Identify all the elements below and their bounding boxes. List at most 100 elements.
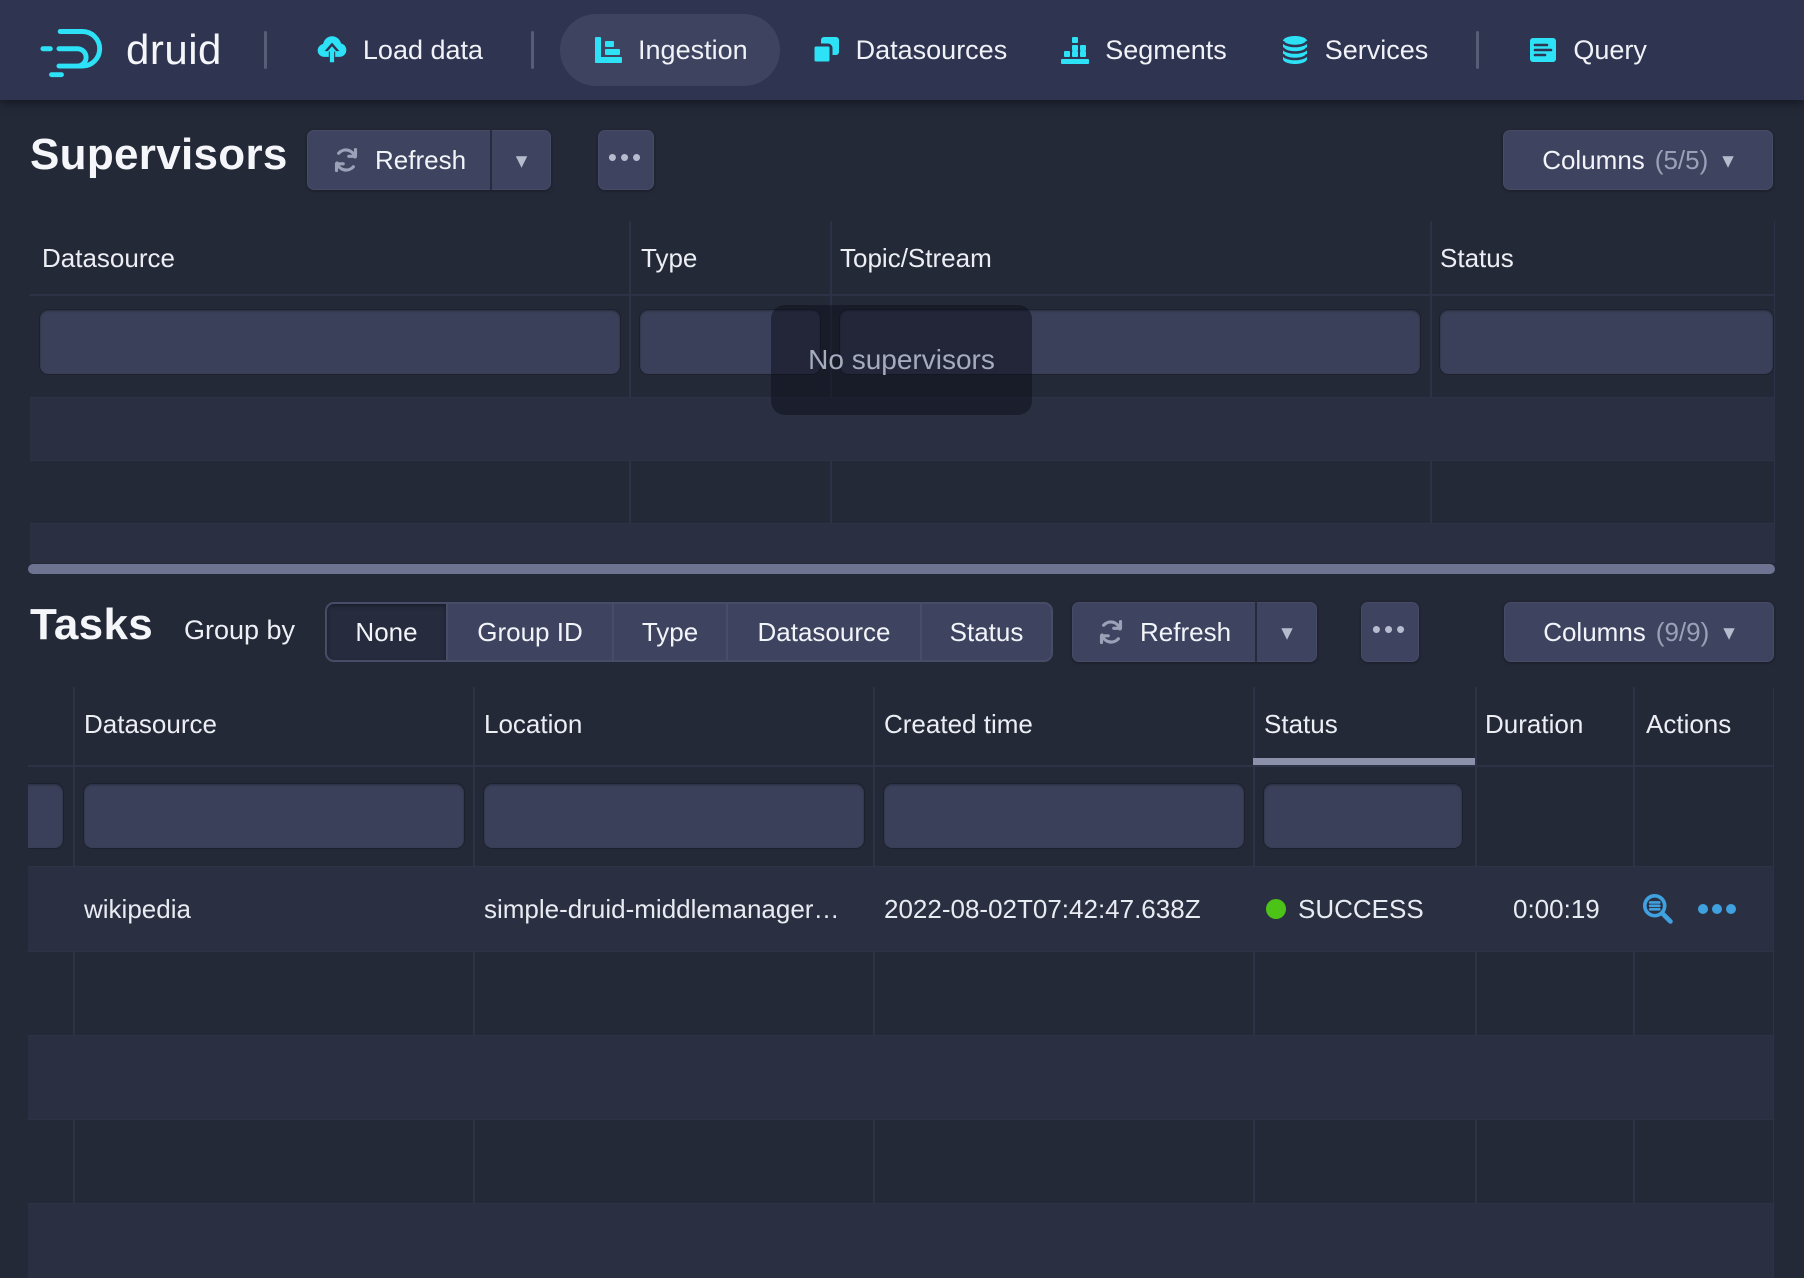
nav-ingestion[interactable]: Ingestion [560,14,780,86]
tasks-columns-button[interactable]: Columns (9/9) ▾ [1504,602,1774,662]
group-by-group-id-button[interactable]: Group ID [448,604,612,660]
status-filter-input[interactable] [1264,784,1462,848]
cloud-upload-icon [315,33,349,67]
nav-query[interactable]: Query [1501,0,1673,100]
cell-actions [1641,867,1737,951]
header-location[interactable]: Location [484,687,582,761]
supervisors-table: Datasource Type Topic/Stream Status No s… [30,221,1775,563]
supervisors-title: Supervisors [30,130,288,180]
datasource-filter-input[interactable] [40,310,620,374]
supervisors-more-button[interactable]: ••• [598,130,654,190]
view-details-magnifier-icon[interactable] [1641,892,1675,926]
nav-item-label: Datasources [856,35,1008,66]
supervisors-refresh-split-button: Refresh ▾ [307,130,551,190]
nav-segments[interactable]: Segments [1033,0,1253,100]
cell-duration: 0:00:19 [1513,867,1600,951]
header-border [28,765,1773,767]
chevron-down-icon: ▾ [516,149,528,172]
sort-indicator [1253,758,1475,765]
group-by-label: Group by [184,612,295,648]
refresh-icon [331,145,361,175]
nav-datasources[interactable]: Datasources [784,0,1034,100]
nav-item-label: Ingestion [638,35,748,66]
header-duration[interactable]: Duration [1485,687,1583,761]
header-status[interactable]: Status [1440,221,1514,295]
tasks-refresh-button[interactable]: Refresh [1072,602,1255,662]
druid-logo[interactable]: druid [38,22,222,78]
columns-label: Columns [1543,617,1646,648]
chevron-down-icon: ▾ [1723,621,1735,644]
nav-item-label: Segments [1105,35,1227,66]
database-icon [1279,34,1311,66]
refresh-label: Refresh [375,145,466,176]
nav-item-label: Query [1573,35,1647,66]
header-topic-stream[interactable]: Topic/Stream [840,221,992,295]
nav-services[interactable]: Services [1253,0,1455,100]
column-divider [73,687,75,1278]
tasks-refresh-dropdown[interactable]: ▾ [1255,602,1317,662]
cell-location[interactable]: simple-druid-middlemanager… [484,867,839,951]
supervisors-refresh-button[interactable]: Refresh [307,130,490,190]
supervisors-columns-button[interactable]: Columns (5/5) ▾ [1503,130,1773,190]
header-type[interactable]: Type [641,221,697,295]
group-by-type-button[interactable]: Type [614,604,726,660]
refresh-label: Refresh [1140,617,1231,648]
row-more-actions-icon[interactable] [1697,903,1737,915]
columns-count: (5/5) [1655,145,1708,176]
datasource-filter-input[interactable] [84,784,464,848]
columns-count: (9/9) [1656,617,1709,648]
tasks-more-button[interactable]: ••• [1361,602,1419,662]
row-border [28,951,1773,952]
layers-icon [810,34,842,66]
row-border [30,460,1774,461]
status-filter-input[interactable] [1440,310,1773,374]
table-row [30,524,1774,563]
header-status[interactable]: Status [1264,687,1338,761]
group-by-datasource-button[interactable]: Datasource [728,604,920,660]
group-by-button-group: None Group ID Type Datasource Status [325,602,1053,662]
tasks-table: Datasource Location Created time Status … [28,687,1774,1278]
column-divider [1430,221,1432,563]
header-datasource[interactable]: Datasource [42,221,175,295]
tasks-refresh-split-button: Refresh ▾ [1072,602,1317,662]
ingestion-chart-icon [592,34,624,66]
chevron-down-icon: ▾ [1281,621,1293,644]
column-divider [1633,687,1635,1278]
created-time-filter-input[interactable] [884,784,1244,848]
status-text: SUCCESS [1298,894,1424,925]
header-border [30,294,1774,296]
column-divider [1475,687,1477,1278]
more-icon: ••• [608,144,644,170]
header-actions[interactable]: Actions [1646,687,1731,761]
nav-divider [264,31,267,69]
header-created-time[interactable]: Created time [884,687,1033,761]
location-filter-input[interactable] [484,784,864,848]
druid-console: druid Load data [0,0,1804,1278]
tasks-title: Tasks [30,600,153,650]
column-divider [629,221,631,563]
horizontal-scrollbar[interactable] [28,564,1775,574]
query-document-icon [1527,34,1559,66]
empty-state-message: No supervisors [808,344,995,376]
table-row [28,1036,1773,1119]
top-nav: druid Load data [0,0,1804,100]
table-row [28,1204,1773,1278]
column-divider [873,687,875,1278]
header-datasource[interactable]: Datasource [84,687,217,761]
segments-bars-icon [1059,34,1091,66]
cell-status[interactable]: SUCCESS [1266,867,1424,951]
nav-load-data[interactable]: Load data [289,0,509,100]
supervisors-refresh-dropdown[interactable]: ▾ [490,130,551,190]
cell-created-time: 2022-08-02T07:42:47.638Z [884,867,1201,951]
refresh-icon [1096,617,1126,647]
group-by-none-button[interactable]: None [327,604,446,660]
column-divider [473,687,475,1278]
nav-item-label: Services [1325,35,1429,66]
druid-logo-icon [38,22,112,78]
hidden-column-filter-input[interactable] [28,784,63,848]
task-row[interactable]: wikipedia simple-druid-middlemanager… 20… [28,867,1773,951]
columns-label: Columns [1542,145,1645,176]
group-by-status-button[interactable]: Status [922,604,1051,660]
status-success-dot [1266,899,1286,919]
cell-datasource[interactable]: wikipedia [84,867,191,951]
